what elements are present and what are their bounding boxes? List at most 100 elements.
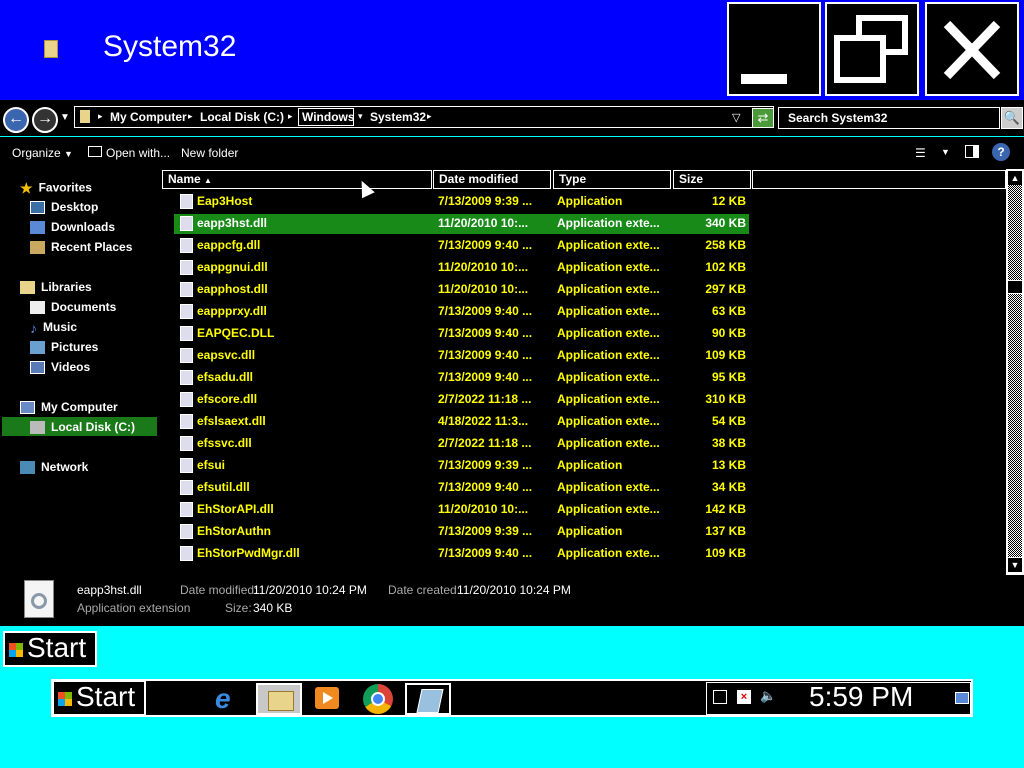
volume-icon[interactable]: 🔈 [760, 688, 776, 704]
file-row[interactable]: Eap3Host 7/13/2009 9:39 ... Application 12 … [160, 191, 1006, 213]
file-row[interactable]: EAPQEC.DLL 7/13/2009 9:40 ... Application … [160, 323, 1006, 345]
nav-videos[interactable]: Videos [30, 360, 90, 375]
file-name: efslsaext.dll [197, 414, 266, 428]
crumb-local-disk[interactable]: Local Disk (C:) [200, 110, 284, 124]
chevron-down-icon[interactable]: ▾ [358, 111, 363, 122]
network-tray-icon[interactable] [713, 690, 727, 704]
forward-button[interactable]: → [32, 107, 58, 133]
file-type: Application exte... [557, 546, 660, 560]
file-explorer-icon[interactable] [256, 683, 302, 715]
crumb-my-computer[interactable]: My Computer [110, 110, 187, 124]
file-date: 7/13/2009 9:40 ... [438, 480, 533, 494]
pictures-icon [30, 341, 45, 355]
internet-explorer-icon[interactable]: e [207, 683, 253, 715]
details-size-label: Size: [225, 601, 252, 615]
star-icon: ★ [20, 180, 33, 196]
chevron-right-icon[interactable]: ▸ [188, 111, 193, 122]
search-icon[interactable]: 🔍 [1001, 107, 1023, 129]
file-row[interactable]: eappgnui.dll 11/20/2010 10:... Application… [160, 257, 1006, 279]
file-row[interactable]: efslsaext.dll 4/18/2022 11:3... Applicatio… [160, 411, 1006, 433]
chrome-icon[interactable] [355, 683, 401, 715]
file-row[interactable]: EhStorAuthn 7/13/2009 9:39 ... Application… [160, 521, 1006, 543]
nav-my-computer[interactable]: My Computer [20, 400, 118, 415]
preview-pane-icon[interactable] [965, 145, 979, 158]
organize-button[interactable]: Organize ▼ [12, 146, 73, 160]
column-header-size[interactable]: Size [673, 170, 751, 189]
file-row[interactable]: eappcfg.dll 7/13/2009 9:40 ... Application… [160, 235, 1006, 257]
media-player-icon[interactable] [305, 683, 351, 715]
address-dropdown-icon[interactable]: ▽ [732, 111, 740, 124]
new-folder-button[interactable]: New folder [181, 146, 238, 160]
arrow-left-icon: ← [8, 110, 24, 127]
nav-local-disk[interactable]: Local Disk (C:) [30, 420, 135, 435]
taskbar-clock[interactable]: 5:59 PM [809, 681, 913, 713]
nav-music[interactable]: ♪ Music [30, 320, 77, 336]
file-size: 95 KB [711, 370, 746, 384]
chevron-right-icon[interactable]: ▸ [98, 111, 103, 122]
file-row[interactable]: eapsvc.dll 7/13/2009 9:40 ... Application … [160, 345, 1006, 367]
scroll-up-button[interactable]: ▲ [1008, 171, 1022, 185]
file-row[interactable]: eapphost.dll 11/20/2010 10:... Application… [160, 279, 1006, 301]
minimize-button[interactable] [727, 2, 821, 96]
dll-file-icon [24, 580, 54, 618]
crumb-system32[interactable]: System32 [370, 110, 426, 124]
nav-desktop[interactable]: Desktop [30, 200, 98, 215]
column-header-date[interactable]: Date modified [433, 170, 551, 189]
folder-icon [44, 40, 58, 58]
recent-pages-dropdown[interactable]: ▼ [60, 112, 70, 123]
file-date: 7/13/2009 9:40 ... [438, 238, 533, 252]
file-row[interactable]: EhStorPwdMgr.dll 7/13/2009 9:40 ... Applic… [160, 543, 1006, 565]
windows-logo-icon [58, 691, 72, 706]
file-type: Application exte... [557, 436, 660, 450]
window-title: System32 [103, 30, 237, 63]
dll-icon [180, 546, 193, 561]
restore-button[interactable] [825, 2, 919, 96]
nav-documents[interactable]: Documents [30, 300, 116, 315]
file-row[interactable]: efssvc.dll 2/7/2022 11:18 ... Application … [160, 433, 1006, 455]
help-icon[interactable]: ? [992, 143, 1010, 161]
view-options-icon[interactable]: ☰ [915, 146, 926, 160]
file-date: 7/13/2009 9:40 ... [438, 546, 533, 560]
file-row[interactable]: eappprxy.dll 7/13/2009 9:40 ... Applicatio… [160, 301, 1006, 323]
open-with-button[interactable]: Open with... [106, 146, 170, 160]
nav-pictures[interactable]: Pictures [30, 340, 98, 355]
recent-places-icon [30, 241, 45, 255]
chevron-right-icon[interactable]: ▸ [288, 111, 293, 122]
file-row[interactable]: efscore.dll 2/7/2022 11:18 ... Application… [160, 389, 1006, 411]
back-button[interactable]: ← [3, 107, 29, 133]
nav-recent-places[interactable]: Recent Places [30, 240, 132, 255]
scroll-down-button[interactable]: ▼ [1008, 558, 1022, 572]
file-row[interactable]: efsui 7/13/2009 9:39 ... Application 13 KB [160, 455, 1006, 477]
start-button[interactable]: Start [3, 631, 97, 667]
refresh-button[interactable]: ⇄ [752, 108, 774, 128]
nav-downloads[interactable]: Downloads [30, 220, 115, 235]
nav-favorites[interactable]: ★ Favorites [20, 180, 92, 197]
file-row[interactable]: EhStorAPI.dll 11/20/2010 10:... Applicatio… [160, 499, 1006, 521]
notepad-icon[interactable] [405, 683, 451, 715]
dll-icon [180, 282, 193, 297]
scrollbar-thumb[interactable] [1007, 280, 1023, 294]
column-header-name[interactable]: Name ▲ [162, 170, 432, 189]
nav-libraries[interactable]: Libraries [20, 280, 92, 295]
column-header-type[interactable]: Type [553, 170, 671, 189]
close-button[interactable] [925, 2, 1019, 96]
taskbar-start-label: Start [76, 681, 136, 712]
show-desktop-icon[interactable] [955, 692, 969, 704]
scrollbar-track[interactable] [1008, 185, 1022, 557]
file-size: 13 KB [711, 458, 746, 472]
chevron-right-icon[interactable]: ▸ [427, 111, 432, 122]
folder-icon [80, 110, 90, 123]
file-type: Application exte... [557, 238, 660, 252]
action-center-icon[interactable]: × [737, 690, 751, 704]
file-row[interactable]: efsutil.dll 7/13/2009 9:40 ... Application… [160, 477, 1006, 499]
nav-network[interactable]: Network [20, 460, 88, 475]
chevron-down-icon[interactable]: ▼ [941, 147, 950, 157]
file-type: Application exte... [557, 260, 660, 274]
videos-icon [30, 361, 45, 375]
file-size: 102 KB [705, 260, 746, 274]
file-row[interactable]: eapp3hst.dll 11/20/2010 10:... Application… [160, 213, 1006, 235]
taskbar-start-button[interactable]: Start [52, 680, 146, 716]
dll-icon [180, 260, 193, 275]
crumb-windows[interactable]: Windows [302, 110, 355, 124]
file-row[interactable]: efsadu.dll 7/13/2009 9:40 ... Application … [160, 367, 1006, 389]
